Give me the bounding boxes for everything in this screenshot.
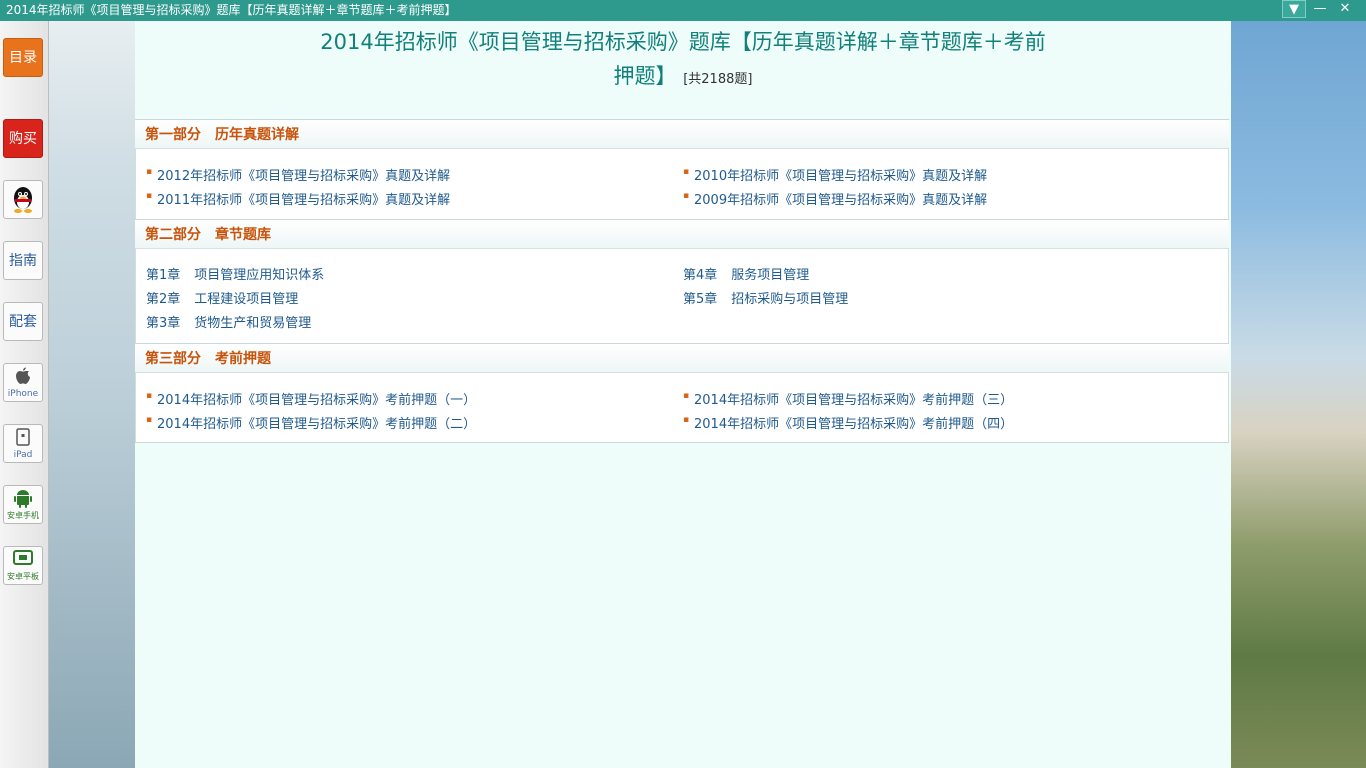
minimize-icon[interactable]: — [1308, 0, 1332, 18]
chapter-name: 招标采购与项目管理 [731, 292, 849, 307]
chapter-name: 货物生产和贸易管理 [194, 316, 312, 331]
background-image-left [49, 21, 135, 768]
chapter-name: 服务项目管理 [731, 268, 810, 283]
background-image-right [1231, 21, 1366, 768]
section-heading-chapters: 第二部分 章节题库 [135, 219, 1229, 249]
guide-button[interactable]: 指南 [3, 241, 43, 280]
chapter-number: 第3章 [146, 316, 181, 331]
section-chapters: 第1章 项目管理应用知识体系 第2章 工程建设项目管理 第3章 货物生产和贸易管理 第… [135, 249, 1229, 343]
android-tablet-label: 安卓平板 [7, 572, 39, 581]
bundle-button[interactable]: 配套 [3, 302, 43, 341]
list-item[interactable]: 2014年招标师《项目管理与招标采购》考前押题（二） [146, 413, 476, 432]
chapter-item[interactable]: 第3章 货物生产和贸易管理 [146, 312, 311, 331]
chapter-item[interactable]: 第2章 工程建设项目管理 [146, 288, 298, 307]
buy-button[interactable]: 购买 [3, 119, 43, 158]
main-content: 2014年招标师《项目管理与招标采购》题库【历年真题详解＋章节题库＋考前 押题】… [135, 21, 1231, 768]
list-item[interactable]: 2014年招标师《项目管理与招标采购》考前押题（一） [146, 389, 476, 408]
chapter-item[interactable]: 第5章 招标采购与项目管理 [683, 288, 848, 307]
chapter-number: 第5章 [683, 292, 718, 307]
chapter-name: 工程建设项目管理 [194, 292, 299, 307]
section-past-exams: 2012年招标师《项目管理与招标采购》真题及详解 2011年招标师《项目管理与招… [135, 149, 1229, 219]
iphone-button[interactable]: iPhone [3, 363, 43, 402]
android-phone-button[interactable]: 安卓手机 [3, 485, 43, 524]
catalog-button[interactable]: 目录 [3, 38, 43, 77]
qq-button[interactable] [3, 180, 43, 219]
list-item[interactable]: 2014年招标师《项目管理与招标采购》考前押题（三） [683, 389, 1013, 408]
list-item[interactable]: 2014年招标师《项目管理与招标采购》考前押题（四） [683, 413, 1013, 432]
question-count: [共2188题] [683, 72, 753, 87]
section-heading-mock-exams: 第三部分 考前押题 [135, 343, 1229, 373]
window-titlebar: 2014年招标师《项目管理与招标采购》题库【历年真题详解＋章节题库＋考前押题】 … [0, 0, 1366, 21]
section-heading-past-exams: 第一部分 历年真题详解 [135, 119, 1229, 149]
chapter-item[interactable]: 第4章 服务项目管理 [683, 264, 809, 283]
chapter-number: 第1章 [146, 268, 181, 283]
iphone-label: iPhone [7, 389, 39, 399]
android-tablet-button[interactable]: 安卓平板 [3, 546, 43, 585]
list-item[interactable]: 2011年招标师《项目管理与招标采购》真题及详解 [146, 189, 450, 208]
qq-penguin-icon [14, 187, 32, 213]
window-title: 2014年招标师《项目管理与招标采购》题库【历年真题详解＋章节题库＋考前押题】 [6, 3, 457, 17]
close-icon[interactable]: ✕ [1333, 0, 1357, 18]
sidebar: 目录 购买 指南 配套 iPhone iPad 安卓手机 安卓平板 [0, 21, 49, 768]
ipad-button[interactable]: iPad [3, 424, 43, 463]
list-item[interactable]: 2009年招标师《项目管理与招标采购》真题及详解 [683, 189, 987, 208]
list-item[interactable]: 2012年招标师《项目管理与招标采购》真题及详解 [146, 165, 450, 184]
page-title-line1: 2014年招标师《项目管理与招标采购》题库【历年真题详解＋章节题库＋考前 [320, 30, 1046, 54]
android-phone-label: 安卓手机 [7, 511, 39, 520]
tablet-icon [4, 428, 42, 452]
chapter-number: 第2章 [146, 292, 181, 307]
list-item[interactable]: 2010年招标师《项目管理与招标采购》真题及详解 [683, 165, 987, 184]
page-title: 2014年招标师《项目管理与招标采购》题库【历年真题详解＋章节题库＋考前 押题】… [135, 25, 1231, 97]
ipad-label: iPad [13, 450, 33, 460]
apple-icon [4, 367, 42, 391]
section-mock-exams: 2014年招标师《项目管理与招标采购》考前押题（一） 2014年招标师《项目管理… [135, 373, 1229, 443]
chapter-name: 项目管理应用知识体系 [194, 268, 325, 283]
chapter-number: 第4章 [683, 268, 718, 283]
page-title-line2: 押题】 [共2188题] [135, 59, 1231, 97]
page-title-line2-text: 押题】 [613, 64, 677, 88]
dropdown-menu-icon[interactable]: ▼ [1282, 0, 1306, 18]
android-tablet-icon [4, 550, 42, 572]
chapter-item[interactable]: 第1章 项目管理应用知识体系 [146, 264, 324, 283]
